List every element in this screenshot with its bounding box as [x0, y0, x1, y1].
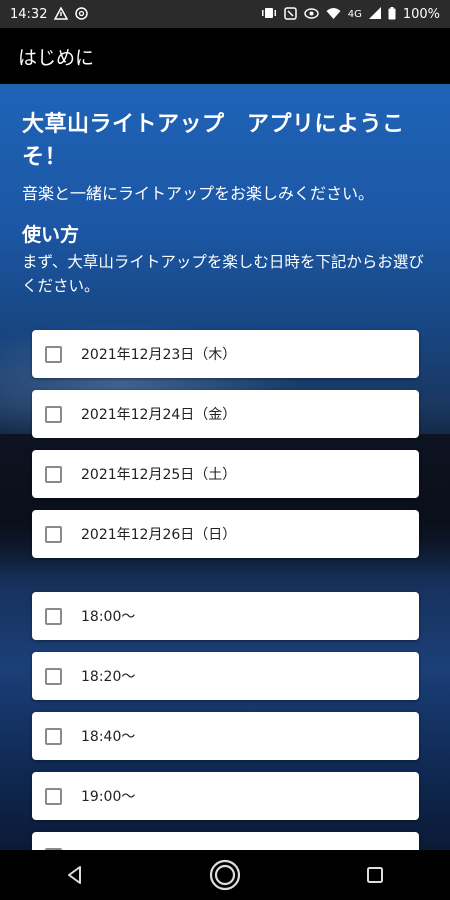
- time-checkbox[interactable]: [45, 607, 62, 625]
- back-icon: [68, 866, 81, 884]
- battery-level: 100%: [402, 6, 440, 22]
- time-label: 18:00〜: [81, 609, 136, 625]
- time-option[interactable]: 19:00〜: [32, 772, 419, 820]
- vibrate-icon: [261, 7, 277, 21]
- date-option[interactable]: 2021年12月26日（日）: [32, 510, 419, 558]
- network-type: 4G: [347, 8, 362, 20]
- app-bar-title: はじめに: [18, 46, 95, 69]
- recents-icon: [367, 867, 383, 883]
- date-checkbox[interactable]: [45, 345, 62, 363]
- time-label: 18:40〜: [81, 729, 136, 745]
- time-label: 18:20〜: [81, 669, 136, 685]
- time-options: 18:00〜 18:20〜 18:40〜 19:00〜: [32, 592, 419, 850]
- eye-icon: [304, 7, 319, 21]
- date-label: 2021年12月24日（金）: [81, 407, 237, 423]
- time-option[interactable]: 18:20〜: [32, 652, 419, 700]
- status-left: 14:32: [10, 5, 89, 22]
- time-checkbox[interactable]: [45, 787, 62, 805]
- wifi-icon: [326, 7, 341, 21]
- back-button[interactable]: [45, 850, 105, 900]
- status-bar: 14:32 4G 100%: [0, 0, 450, 28]
- date-checkbox[interactable]: [45, 465, 62, 483]
- howto-description: まず、大草山ライトアップを楽しむ日時を下記からお選びください。: [22, 253, 424, 295]
- battery-icon: [388, 6, 396, 22]
- recents-button[interactable]: [345, 850, 405, 900]
- home-button[interactable]: [195, 850, 255, 900]
- date-option[interactable]: 2021年12月24日（金）: [32, 390, 419, 438]
- navigation-bar: [0, 850, 450, 900]
- date-checkbox[interactable]: [45, 525, 62, 543]
- main-content[interactable]: 大草山ライトアップ アプリにようこそ！ 音楽と一緒にライトアップをお楽しみくださ…: [0, 84, 450, 850]
- date-checkbox[interactable]: [45, 405, 62, 423]
- date-option[interactable]: 2021年12月25日（土）: [32, 450, 419, 498]
- date-label: 2021年12月25日（土）: [81, 467, 237, 483]
- welcome-title: 大草山ライトアップ アプリにようこそ！: [22, 112, 405, 170]
- date-options: 2021年12月23日（木） 2021年12月24日（金） 2021年12月25…: [32, 330, 419, 570]
- time-label: 19:00〜: [81, 789, 136, 805]
- welcome-subtitle: 音楽と一緒にライトアップをお楽しみください。: [22, 184, 375, 203]
- intro-section: 大草山ライトアップ アプリにようこそ！ 音楽と一緒にライトアップをお楽しみくださ…: [22, 108, 432, 298]
- time-option[interactable]: 18:40〜: [32, 712, 419, 760]
- app-bar: はじめに: [0, 28, 450, 84]
- status-time: 14:32: [10, 6, 48, 22]
- home-icon: [209, 859, 241, 891]
- howto-heading: 使い方: [22, 224, 80, 246]
- time-option[interactable]: [32, 832, 419, 850]
- date-label: 2021年12月26日（日）: [81, 527, 237, 543]
- signal-alert-icon: [54, 5, 69, 22]
- nfc-icon: [283, 6, 297, 22]
- time-option[interactable]: 18:00〜: [32, 592, 419, 640]
- time-checkbox[interactable]: [45, 667, 62, 685]
- date-label: 2021年12月23日（木）: [81, 347, 237, 363]
- date-option[interactable]: 2021年12月23日（木）: [32, 330, 419, 378]
- cell-signal-icon: [368, 7, 381, 21]
- at-icon: [75, 6, 89, 22]
- time-checkbox[interactable]: [45, 727, 62, 745]
- status-right: 4G 100%: [261, 6, 440, 22]
